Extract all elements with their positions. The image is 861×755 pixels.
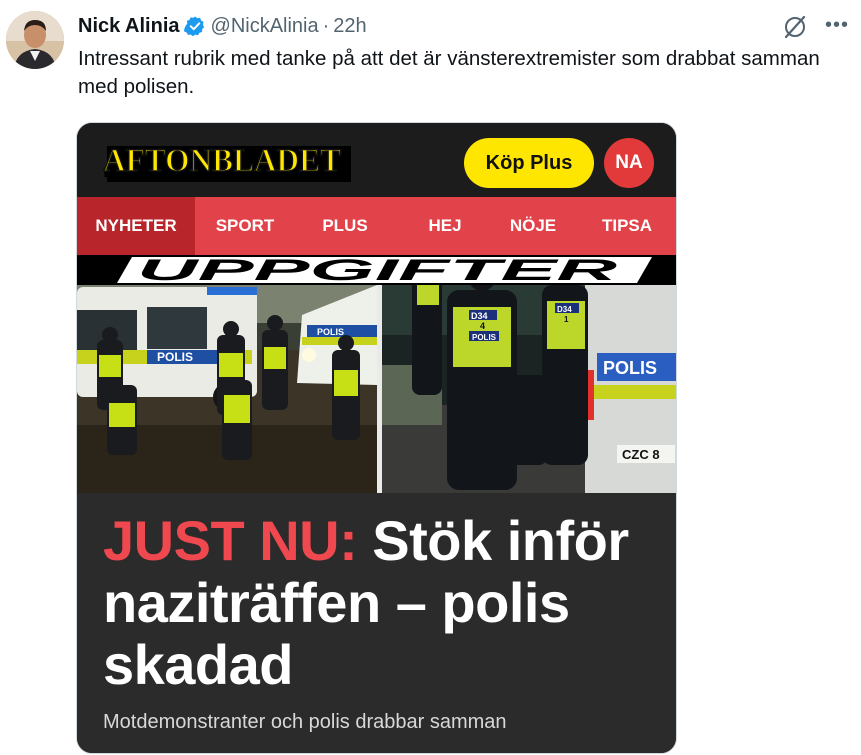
subheadline: Motdemonstranter och polis drabbar samma… xyxy=(103,711,507,733)
vest-2-code-text: D34 xyxy=(557,305,572,314)
van-left-polis-text: POLIS xyxy=(157,350,193,364)
display-name[interactable]: Nick Alinia xyxy=(78,15,180,38)
section-nav: NYHETER SPORT PLUS HEJ NÖJE TIPSA xyxy=(77,197,676,255)
user-handle[interactable]: @NickAlinia xyxy=(211,15,319,38)
timestamp[interactable]: 22h xyxy=(333,15,366,38)
logo-text: AFTONBLADET xyxy=(103,143,341,179)
nav-item-tipsa[interactable]: TIPSA xyxy=(577,197,676,255)
more-options-icon[interactable]: ••• xyxy=(822,10,852,40)
avatar[interactable] xyxy=(6,11,64,69)
verified-badge-icon xyxy=(183,15,206,37)
user-initials-avatar[interactable]: NA xyxy=(604,138,654,188)
tweet-text: Intressant rubrik med tanke på att det ä… xyxy=(78,47,820,98)
headline-prefix: JUST NU: xyxy=(103,509,358,572)
tweet-image[interactable]: AFTONBLADET AFTONBLADET Köp Plus NA NYHE… xyxy=(76,122,677,754)
buy-plus-button[interactable]: Köp Plus xyxy=(464,138,594,188)
nav-item-nyheter[interactable]: NYHETER xyxy=(77,197,195,255)
headline-box: JUST NU: Stök inför naziträffen – polis … xyxy=(77,493,676,753)
nav-item-noje[interactable]: NÖJE xyxy=(483,197,583,255)
vest-1-polis-text: POLIS xyxy=(472,333,497,342)
tweet: Nick Alinia @NickAlinia · 22h ••• Intres… xyxy=(0,0,861,755)
van-left-polis-text-small: POLIS xyxy=(317,327,344,337)
headline[interactable]: JUST NU: Stök inför naziträffen – polis … xyxy=(103,510,663,696)
aftonbladet-logo: AFTONBLADET AFTONBLADET xyxy=(102,142,353,185)
vest-2-number-text: 1 xyxy=(564,315,569,324)
vest-1-code-text: D34 xyxy=(471,311,488,321)
nav-item-hej[interactable]: HEJ xyxy=(395,197,495,255)
news-photo: POLIS POLIS POLIS CZC 8 D34 4 POLIS D34 … xyxy=(77,255,676,493)
banner-text: UPPGIFTER xyxy=(137,255,618,287)
van-right-polis-text: POLIS xyxy=(603,358,657,378)
nav-item-plus[interactable]: PLUS xyxy=(295,197,395,255)
grok-icon[interactable] xyxy=(782,14,808,40)
separator-dot: · xyxy=(322,14,330,37)
aftonbladet-header: AFTONBLADET AFTONBLADET Köp Plus NA xyxy=(77,123,676,197)
tweet-header: Nick Alinia @NickAlinia · 22h xyxy=(78,12,367,40)
nav-item-sport[interactable]: SPORT xyxy=(195,197,295,255)
license-plate-text: CZC 8 xyxy=(622,447,660,462)
vest-1-number-text: 4 xyxy=(480,321,485,331)
